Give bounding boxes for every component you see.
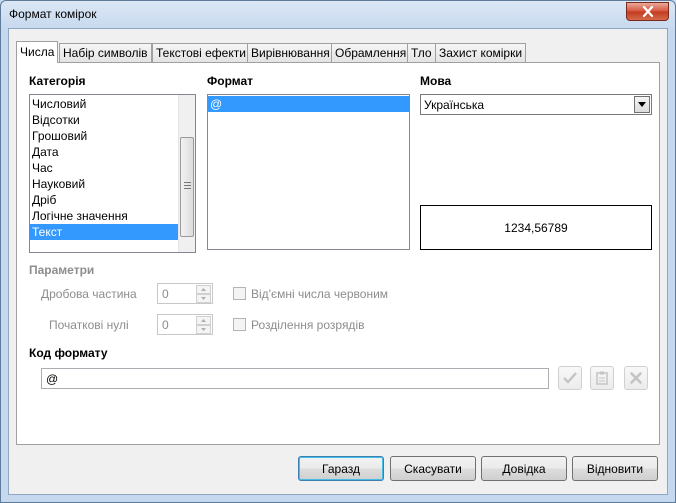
tab-alignment[interactable]: Вирівнювання [247, 43, 334, 62]
cancel-button[interactable]: Скасувати [390, 456, 476, 481]
checkmark-icon [563, 372, 577, 384]
cancel-button-label: Скасувати [404, 461, 462, 476]
list-item[interactable]: Час [30, 160, 195, 176]
preview-value: 1234,56789 [504, 220, 568, 235]
close-icon [642, 6, 653, 17]
list-item[interactable]: Дата [30, 144, 195, 160]
clipboard-icon [596, 371, 608, 385]
format-code-value: @ [46, 372, 59, 386]
category-items: Числовий Відсотки Грошовий Дата Час Наук… [30, 95, 195, 240]
scrollbar-thumb[interactable] [180, 137, 194, 237]
delete-icon [630, 372, 642, 384]
apply-format-button[interactable] [558, 366, 582, 390]
category-label: Категорія [29, 74, 86, 88]
list-item-selected[interactable]: @ [208, 96, 409, 112]
decimal-places-label: Дробова частина [41, 287, 137, 301]
tab-font-effects[interactable]: Текстові ефекти [152, 43, 250, 62]
list-item[interactable]: Грошовий [30, 128, 195, 144]
format-preview: 1234,56789 [420, 205, 652, 250]
reset-button[interactable]: Відновити [572, 456, 658, 481]
tab-label: Вирівнювання [251, 46, 330, 60]
leading-zeros-stepper[interactable]: 0 [157, 314, 213, 335]
tab-label: Тло [411, 46, 432, 60]
ok-button-label: Гаразд [322, 461, 360, 476]
grip-line [184, 188, 191, 189]
tab-borders[interactable]: Обрамлення [331, 43, 411, 62]
dialog-window: Формат комірок Числа Набір символів Текс… [0, 0, 676, 503]
negative-red-checkbox[interactable] [233, 287, 246, 300]
tab-label: Текстові ефекти [156, 46, 246, 60]
caret-down-icon [201, 297, 206, 300]
format-label: Формат [207, 74, 254, 88]
decimal-places-stepper[interactable]: 0 [157, 283, 213, 304]
list-item-selected[interactable]: Текст [30, 224, 178, 240]
category-list[interactable]: Числовий Відсотки Грошовий Дата Час Наук… [29, 94, 196, 253]
format-code-input[interactable]: @ [41, 368, 549, 389]
grip-line [184, 185, 191, 186]
tab-cell-protection[interactable]: Захист комірки [435, 43, 527, 62]
grip-line [184, 182, 191, 183]
format-list[interactable]: @ [207, 94, 410, 250]
language-select[interactable]: Українська [420, 94, 652, 115]
language-value: Українська [424, 98, 485, 112]
stepper-up-button[interactable] [196, 316, 211, 325]
dialog-client: Числа Набір символів Текстові ефекти Вир… [8, 28, 668, 495]
delete-format-button[interactable] [624, 366, 648, 390]
reset-button-label: Відновити [586, 461, 644, 476]
dropdown-button[interactable] [634, 96, 650, 113]
stepper-value: 0 [162, 318, 169, 332]
tab-font[interactable]: Набір символів [59, 43, 152, 62]
caret-down-icon [201, 328, 206, 331]
thousands-separator-label: Розділення розрядів [251, 318, 365, 332]
title-bar[interactable]: Формат комірок [1, 1, 675, 28]
ok-button[interactable]: Гаразд [298, 456, 384, 481]
stepper-down-button[interactable] [196, 294, 211, 303]
list-item[interactable]: Числовий [30, 96, 195, 112]
tab-label: Числа [20, 45, 55, 59]
chevron-down-icon [638, 102, 646, 107]
language-label: Мова [420, 74, 452, 88]
edit-comment-button[interactable] [590, 366, 614, 390]
tab-label: Обрамлення [335, 46, 407, 60]
tab-background[interactable]: Тло [407, 43, 436, 62]
list-item[interactable]: Логічне значення [30, 208, 195, 224]
list-item[interactable]: Дріб [30, 192, 195, 208]
help-button-label: Довідка [502, 461, 546, 476]
list-item[interactable]: Науковий [30, 176, 195, 192]
help-button[interactable]: Довідка [481, 456, 567, 481]
stepper-down-button[interactable] [196, 325, 211, 334]
caret-up-icon [201, 319, 206, 322]
close-button[interactable] [626, 2, 669, 21]
parameters-label: Параметри [29, 263, 95, 277]
tab-label: Набір символів [63, 46, 148, 60]
stepper-value: 0 [162, 287, 169, 301]
tab-label: Захист комірки [439, 46, 523, 60]
negative-red-label: Від'ємні числа червоним [251, 287, 389, 301]
window-title: Формат комірок [9, 7, 97, 21]
numbers-panel: Категорія Числовий Відсотки Грошовий Дат… [16, 62, 660, 445]
stepper-up-button[interactable] [196, 285, 211, 294]
category-scrollbar[interactable] [178, 95, 195, 252]
list-item[interactable]: Відсотки [30, 112, 195, 128]
format-code-label: Код формату [29, 346, 108, 360]
thousands-separator-checkbox[interactable] [233, 318, 246, 331]
tab-numbers[interactable]: Числа [16, 41, 59, 63]
leading-zeros-label: Початкові нулі [49, 318, 129, 332]
caret-up-icon [201, 288, 206, 291]
